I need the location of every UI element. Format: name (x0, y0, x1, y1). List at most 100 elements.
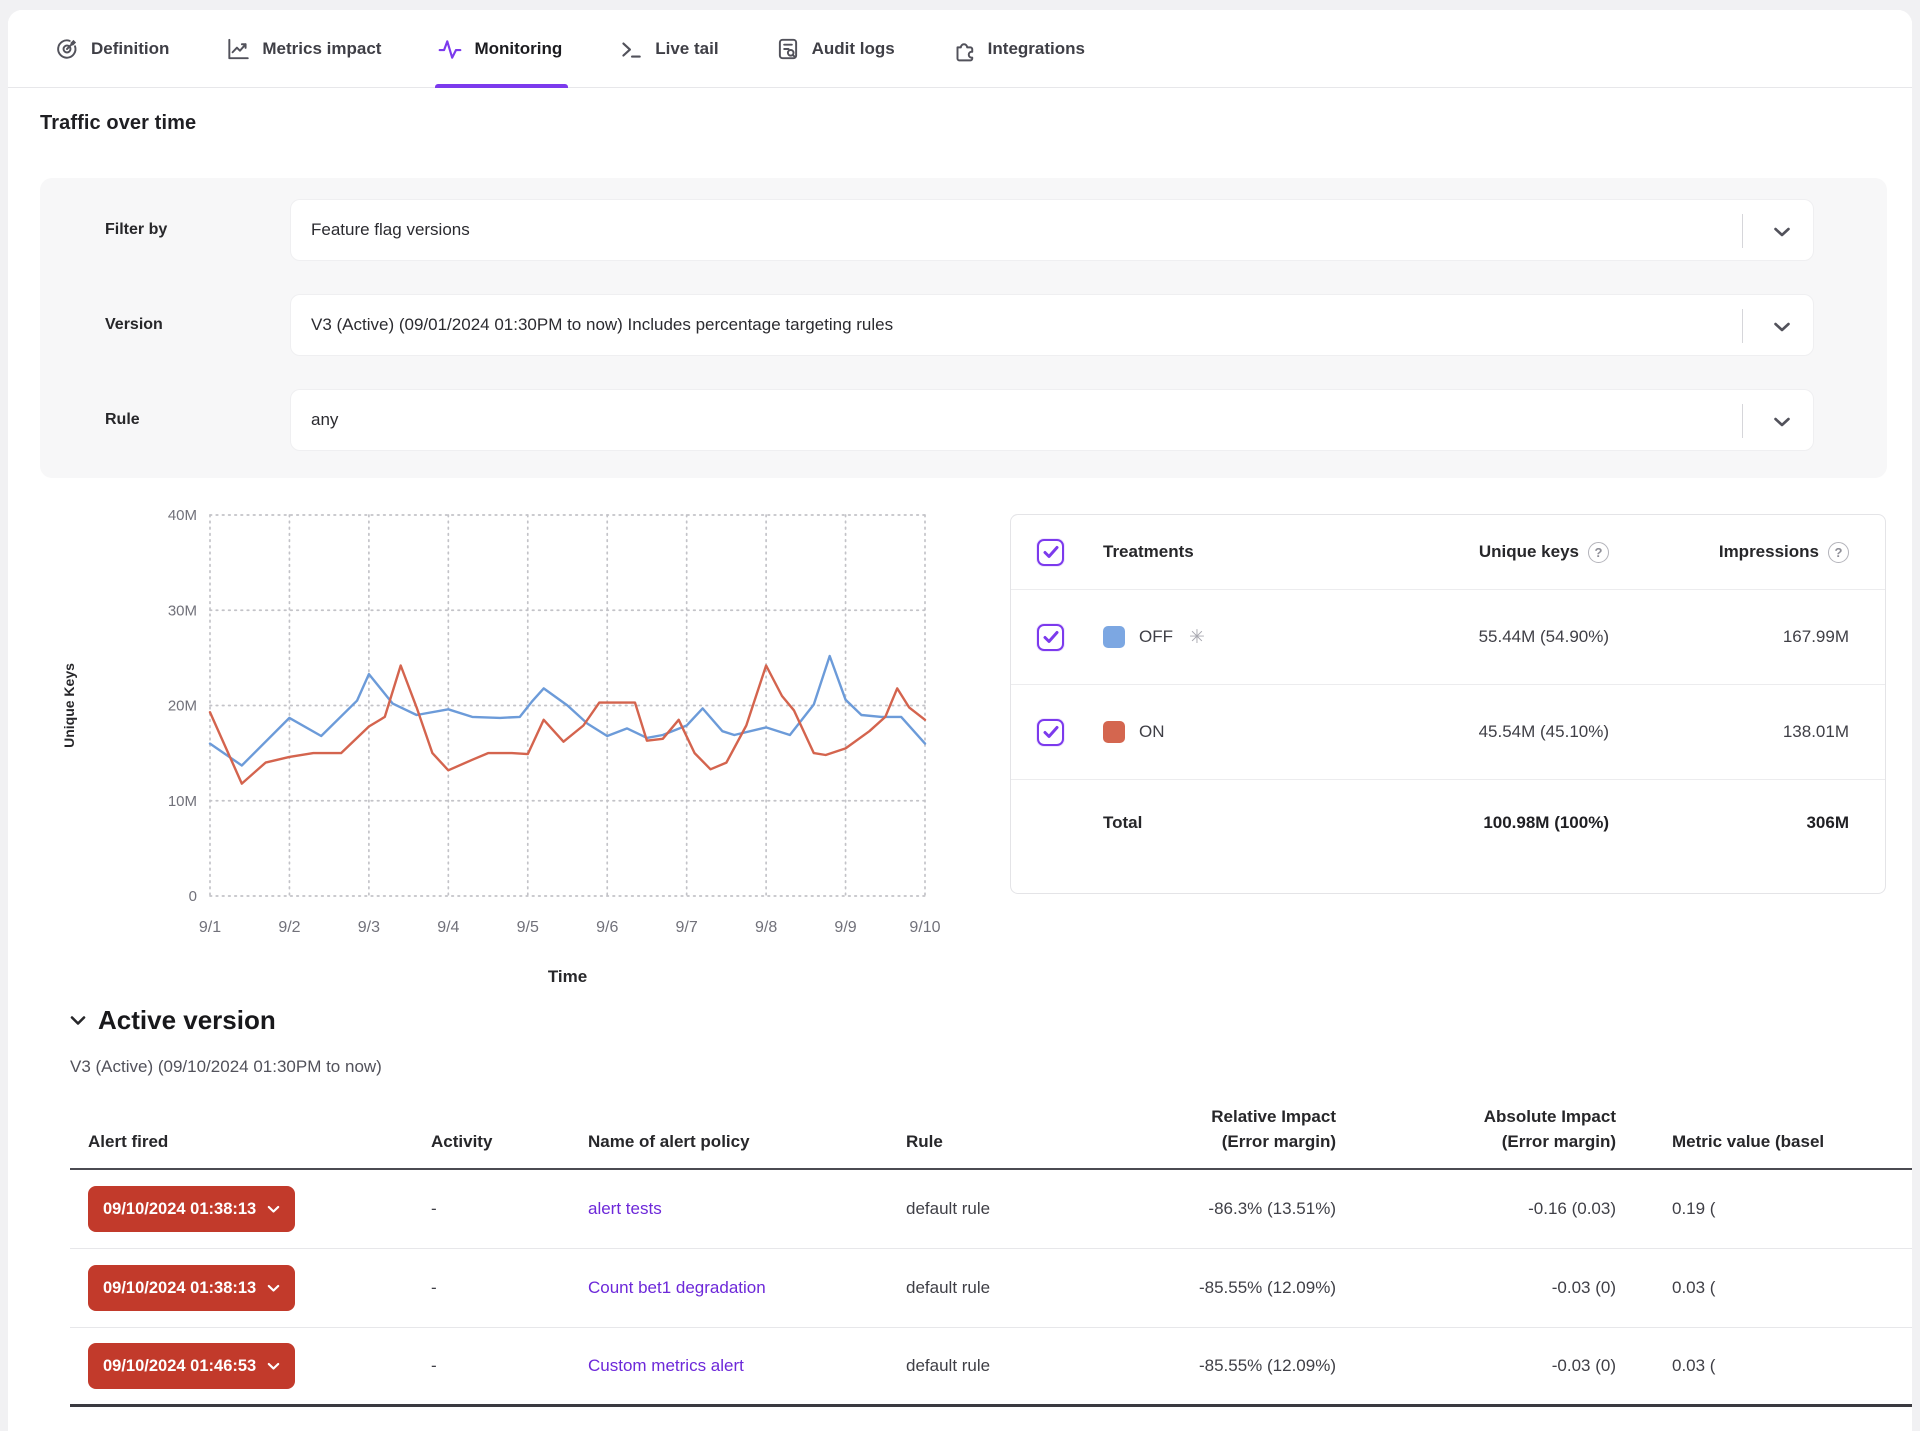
absolute-impact-value: -0.03 (0) (1340, 1278, 1620, 1298)
relative-impact-value: -85.55% (12.09%) (1070, 1356, 1340, 1376)
version-select[interactable]: V3 (Active) (09/01/2024 01:30PM to now) … (290, 294, 1814, 356)
version-label: Version (105, 294, 163, 356)
total-label: Total (1103, 813, 1359, 833)
col-rule: Rule (890, 1130, 1070, 1155)
absolute-impact-value: -0.03 (0) (1340, 1356, 1620, 1376)
treatment-off-checkbox[interactable] (1037, 624, 1064, 651)
col-metric-value: Metric value (basel (1620, 1130, 1912, 1155)
rule-label: Rule (105, 389, 140, 451)
activity-value: - (420, 1356, 570, 1376)
y-tick-label: 40M (168, 507, 197, 524)
rule-value: any (311, 410, 338, 430)
metric-value: 0.19 ( (1620, 1199, 1912, 1219)
main-panel: Definition Metrics impact Monitoring (8, 10, 1912, 1431)
treatments-select-all-checkbox[interactable] (1037, 539, 1064, 566)
alert-policy-link[interactable]: alert tests (588, 1199, 662, 1218)
relative-impact-value: -86.3% (13.51%) (1070, 1199, 1340, 1219)
y-tick-label: 10M (168, 793, 197, 810)
tab-label: Audit logs (812, 39, 895, 59)
tab-label: Metrics impact (262, 39, 381, 59)
alerts-header-row: Alert fired Activity Name of alert polic… (70, 1105, 1912, 1170)
chevron-down-icon[interactable] (1773, 223, 1791, 243)
tab-live-tail[interactable]: Live tail (618, 10, 718, 88)
x-tick-label: 9/9 (834, 919, 856, 936)
treatments-panel: Treatments Unique keys ? Impressions ? O… (1010, 514, 1886, 894)
activity-value: - (420, 1278, 570, 1298)
select-divider (1742, 309, 1743, 343)
chevron-down-icon (267, 1284, 280, 1293)
impressions-value: 138.01M (1609, 722, 1849, 742)
alert-row: 09/10/2024 01:38:13 - Count bet1 degrada… (70, 1249, 1912, 1328)
alert-fired-badge[interactable]: 09/10/2024 01:38:13 (88, 1186, 295, 1232)
treatments-header: Treatments (1103, 542, 1359, 562)
treatment-name: OFF (1139, 627, 1173, 647)
x-tick-label: 9/6 (596, 919, 618, 936)
impressions-header: Impressions (1719, 542, 1819, 562)
live-tail-icon (618, 36, 644, 62)
active-tab-underline (435, 84, 568, 88)
active-version-title: Active version (98, 1005, 276, 1036)
y-axis-title: Unique Keys (61, 663, 77, 748)
total-impressions: 306M (1609, 813, 1849, 833)
x-tick-label: 9/8 (755, 919, 777, 936)
off-series-swatch (1103, 626, 1125, 648)
treatment-row-on: ON 45.54M (45.10%) 138.01M (1011, 684, 1885, 779)
alert-row: 09/10/2024 01:46:53 - Custom metrics ale… (70, 1328, 1912, 1407)
chevron-down-icon[interactable] (1773, 413, 1791, 433)
help-icon[interactable]: ? (1828, 542, 1849, 563)
x-tick-label: 9/7 (676, 919, 698, 936)
filter-by-value: Feature flag versions (311, 220, 470, 240)
unique-keys-value: 55.44M (54.90%) (1359, 627, 1609, 647)
alert-policy-link[interactable]: Custom metrics alert (588, 1356, 744, 1375)
treatment-on-checkbox[interactable] (1037, 719, 1064, 746)
tab-label: Definition (91, 39, 169, 59)
tab-label: Integrations (988, 39, 1085, 59)
treatment-row-off: OFF ✳ 55.44M (54.90%) 167.99M (1011, 589, 1885, 684)
col-relative-impact: Relative Impact(Error margin) (1070, 1105, 1340, 1154)
col-policy: Name of alert policy (570, 1130, 890, 1155)
tab-label: Monitoring (474, 39, 562, 59)
x-tick-label: 9/2 (278, 919, 300, 936)
alerts-table: Alert fired Activity Name of alert polic… (70, 1105, 1912, 1407)
active-version-toggle[interactable]: Active version (70, 1005, 276, 1036)
filter-by-select[interactable]: Feature flag versions (290, 199, 1814, 261)
col-activity: Activity (420, 1130, 570, 1155)
unique-keys-value: 45.54M (45.10%) (1359, 722, 1609, 742)
filter-panel: Filter by Feature flag versions Version … (40, 178, 1887, 478)
rule-value: default rule (890, 1356, 1070, 1376)
tab-metrics-impact[interactable]: Metrics impact (225, 10, 381, 88)
treatments-total-row: Total 100.98M (100%) 306M (1011, 779, 1885, 865)
filter-by-label: Filter by (105, 199, 167, 261)
help-icon[interactable]: ? (1588, 542, 1609, 563)
y-tick-label: 20M (168, 698, 197, 715)
tab-bar: Definition Metrics impact Monitoring (8, 10, 1912, 88)
chevron-down-icon (267, 1205, 280, 1214)
select-divider (1742, 214, 1743, 248)
integrations-icon (951, 36, 977, 62)
select-divider (1742, 404, 1743, 438)
version-value: V3 (Active) (09/01/2024 01:30PM to now) … (311, 315, 893, 335)
definition-icon (54, 36, 80, 62)
series-line-off (210, 656, 925, 766)
x-tick-label: 9/1 (199, 919, 221, 936)
metric-value: 0.03 ( (1620, 1356, 1912, 1376)
treatment-name: ON (1139, 722, 1165, 742)
x-tick-label: 9/4 (437, 919, 459, 936)
tab-integrations[interactable]: Integrations (951, 10, 1085, 88)
tab-monitoring[interactable]: Monitoring (437, 10, 562, 88)
alert-fired-badge[interactable]: 09/10/2024 01:38:13 (88, 1265, 295, 1311)
impressions-value: 167.99M (1609, 627, 1849, 647)
chevron-down-icon[interactable] (1773, 318, 1791, 338)
rule-value: default rule (890, 1199, 1070, 1219)
alert-row: 09/10/2024 01:38:13 - alert tests defaul… (70, 1170, 1912, 1249)
alert-policy-link[interactable]: Count bet1 degradation (588, 1278, 766, 1297)
traffic-chart: 010M20M30M40M9/19/29/39/49/59/69/79/89/9… (60, 502, 950, 1002)
y-tick-label: 0 (189, 888, 197, 905)
x-axis-title: Time (548, 967, 587, 986)
rule-select[interactable]: any (290, 389, 1814, 451)
alert-fired-badge[interactable]: 09/10/2024 01:46:53 (88, 1343, 295, 1389)
tab-definition[interactable]: Definition (54, 10, 169, 88)
x-tick-label: 9/5 (517, 919, 539, 936)
tab-audit-logs[interactable]: Audit logs (775, 10, 895, 88)
metrics-impact-icon (225, 36, 251, 62)
